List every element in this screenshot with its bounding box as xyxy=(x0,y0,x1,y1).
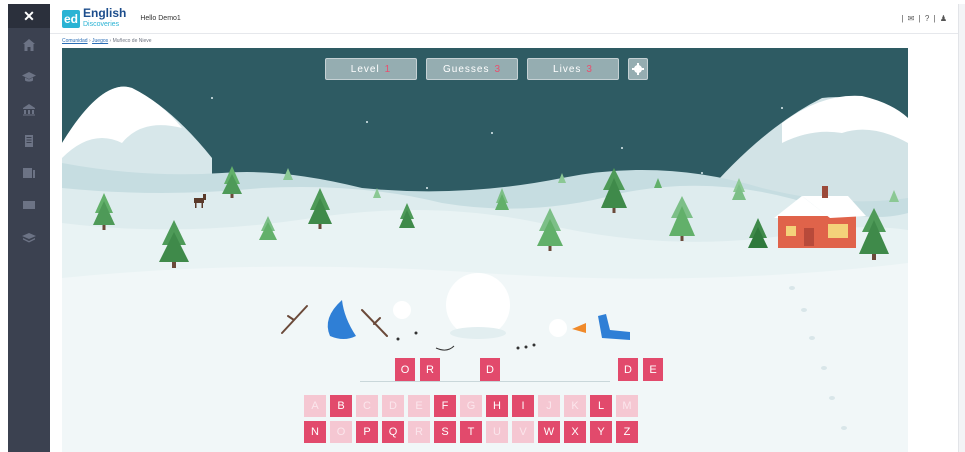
letter-key-g: G xyxy=(460,395,482,417)
letter-key-a: A xyxy=(304,395,326,417)
user-greeting: Hello Demo1 xyxy=(140,15,181,22)
guesses-value: 3 xyxy=(494,63,502,75)
breadcrumb-current: Muñeco de Nieve xyxy=(112,38,152,44)
letter-key-r: R xyxy=(408,421,430,443)
sidebar-item-courses[interactable] xyxy=(8,62,50,92)
sidebar-item-messages[interactable] xyxy=(8,190,50,220)
english-discoveries-logo[interactable]: ed English Discoveries xyxy=(62,5,127,29)
community-icon xyxy=(23,104,35,116)
letter-key-i[interactable]: I xyxy=(512,395,534,417)
gear-icon xyxy=(632,63,644,75)
close-icon: ✕ xyxy=(23,7,35,24)
sidebar-item-progress[interactable] xyxy=(8,158,50,188)
letter-key-u: U xyxy=(486,421,508,443)
lives-indicator: Lives 3 xyxy=(527,58,619,80)
guesses-label: Guesses xyxy=(442,63,490,75)
letter-key-v: V xyxy=(512,421,534,443)
level-label: Level xyxy=(350,63,380,75)
word-letter-slot: D xyxy=(618,358,638,381)
logo-line1: English xyxy=(83,5,127,20)
logo-badge: ed xyxy=(62,9,80,28)
letter-key-o: O xyxy=(330,421,352,443)
keyboard-row-1: ABCDEFGHIJKLM xyxy=(304,395,674,417)
letter-key-t[interactable]: T xyxy=(460,421,482,443)
hidden-word: ORDDE xyxy=(362,358,663,384)
letter-key-k: K xyxy=(564,395,586,417)
winter-scene-background xyxy=(62,48,908,452)
word-letter-slot: D xyxy=(480,358,500,381)
level-value: 1 xyxy=(384,63,392,75)
header-utility-icons[interactable]: | ✉ | ? | ♟ xyxy=(901,14,948,23)
word-letter-slot xyxy=(370,358,390,381)
breadcrumb-link-community[interactable]: Comunidad xyxy=(62,38,88,44)
settings-button[interactable] xyxy=(628,58,648,80)
letter-key-q[interactable]: Q xyxy=(382,421,404,443)
word-letter-slot: O xyxy=(395,358,415,381)
letter-key-w[interactable]: W xyxy=(538,421,560,443)
lives-value: 3 xyxy=(586,63,593,75)
sidebar: ✕ xyxy=(8,4,50,452)
letter-key-z[interactable]: Z xyxy=(616,421,638,443)
letter-keyboard: ABCDEFGHIJKLM NOPQRSTUVWXYZ xyxy=(304,395,674,447)
mail-icon xyxy=(23,201,35,209)
letter-key-b[interactable]: B xyxy=(330,395,352,417)
home-icon xyxy=(23,39,35,51)
breadcrumb-link-games[interactable]: Juegos xyxy=(92,38,108,44)
lives-label: Lives xyxy=(553,63,582,75)
sidebar-item-library[interactable] xyxy=(8,222,50,252)
word-letter-slot: E xyxy=(643,358,663,381)
letter-key-d: D xyxy=(382,395,404,417)
logo-line2: Discoveries xyxy=(83,20,120,28)
book-icon xyxy=(22,233,36,243)
page-scrollbar[interactable] xyxy=(958,4,965,452)
close-sidebar-button[interactable]: ✕ xyxy=(8,4,50,28)
sidebar-item-home[interactable] xyxy=(8,30,50,60)
word-letter-slot xyxy=(557,358,577,381)
top-header: ed English Discoveries Hello Demo1 | ✉ |… xyxy=(50,4,958,34)
letter-key-e: E xyxy=(408,395,430,417)
letter-key-f[interactable]: F xyxy=(434,395,456,417)
letter-key-m: M xyxy=(616,395,638,417)
snowman-game: Level 1 Guesses 3 Lives 3 ORDDE ABCDEFGHIJK… xyxy=(62,48,908,452)
word-letter-slot: R xyxy=(420,358,440,381)
letter-key-x[interactable]: X xyxy=(564,421,586,443)
letter-key-s[interactable]: S xyxy=(434,421,456,443)
letter-key-p[interactable]: P xyxy=(356,421,378,443)
chart-icon xyxy=(23,168,35,178)
letter-key-c: C xyxy=(356,395,378,417)
letter-key-n[interactable]: N xyxy=(304,421,326,443)
letter-key-l[interactable]: L xyxy=(590,395,612,417)
level-indicator: Level 1 xyxy=(325,58,417,80)
game-stats-bar: Level 1 Guesses 3 Lives 3 xyxy=(325,58,648,80)
letter-key-j: J xyxy=(538,395,560,417)
word-letter-slot xyxy=(532,358,552,381)
sidebar-item-documents[interactable] xyxy=(8,126,50,156)
letter-key-h[interactable]: H xyxy=(486,395,508,417)
sidebar-item-community[interactable] xyxy=(8,94,50,124)
graduation-cap-icon xyxy=(22,72,36,82)
app-window: ✕ ed English Discoveries Hello Demo1 | ✉… xyxy=(0,0,965,452)
document-icon xyxy=(25,135,33,147)
logo-wordmark: English Discoveries xyxy=(83,5,127,29)
letter-key-y[interactable]: Y xyxy=(590,421,612,443)
guesses-indicator: Guesses 3 xyxy=(426,58,518,80)
breadcrumb: Comunidad › Juegos › Muñeco de Nieve xyxy=(62,38,152,44)
word-letter-slot xyxy=(445,358,465,381)
keyboard-row-2: NOPQRSTUVWXYZ xyxy=(304,421,674,443)
